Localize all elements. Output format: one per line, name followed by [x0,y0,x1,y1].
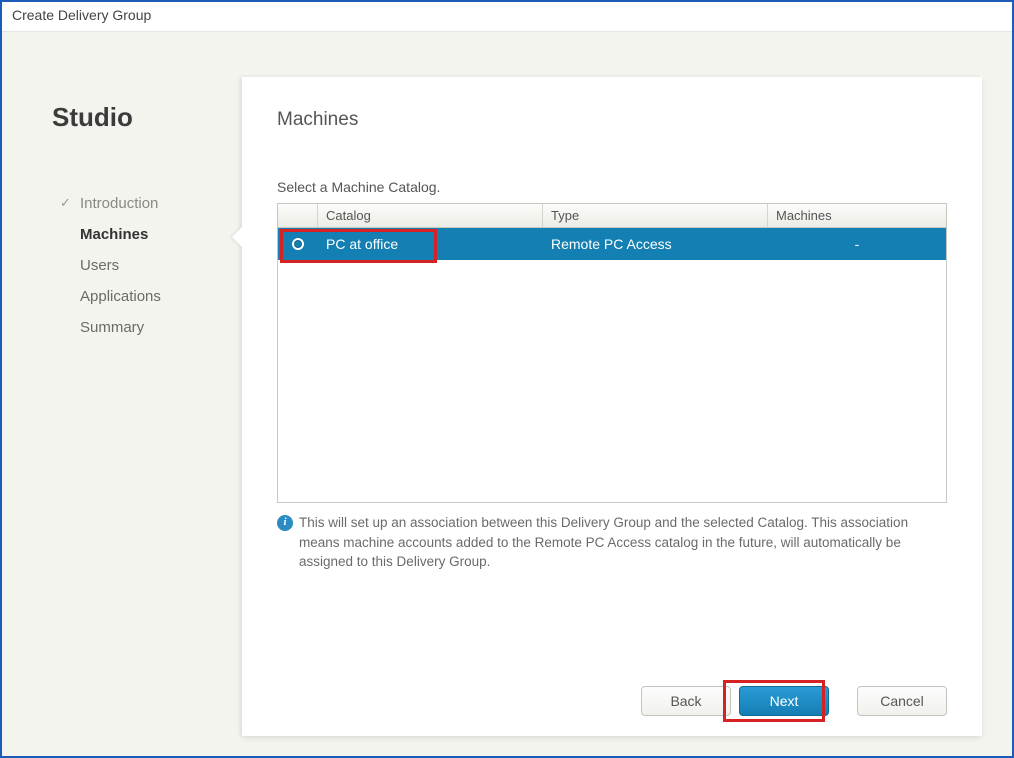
col-radio [278,204,318,227]
brand-title: Studio [52,102,242,133]
page-heading: Machines [277,109,947,131]
step-label: Machines [80,226,148,243]
radio-icon [292,238,304,250]
info-note: i This will set up an association betwee… [277,513,947,572]
wizard-window: Create Delivery Group Studio Introductio… [0,0,1014,758]
table-header: Catalog Type Machines [278,204,946,228]
step-label: Introduction [80,195,158,212]
step-label: Users [80,257,119,274]
wizard-body: Studio Introduction Machines Users Appli… [2,32,1012,756]
step-label: Summary [80,319,144,336]
col-type[interactable]: Type [543,204,768,227]
step-summary[interactable]: Summary [52,312,242,343]
wizard-sidebar: Studio Introduction Machines Users Appli… [32,77,242,736]
page-subheading: Select a Machine Catalog. [277,179,947,195]
cancel-button[interactable]: Cancel [857,686,947,716]
step-machines[interactable]: Machines [52,219,242,250]
wizard-steps: Introduction Machines Users Applications… [52,188,242,343]
wizard-button-row: Back Next Cancel [277,636,947,716]
panel-caret-icon [232,227,242,247]
row-radio-cell[interactable] [278,228,318,260]
step-introduction[interactable]: Introduction [52,188,242,219]
table-row[interactable]: PC at office Remote PC Access - [278,228,946,260]
window-title-text: Create Delivery Group [12,7,151,23]
window-title: Create Delivery Group [2,2,1012,32]
info-icon: i [277,515,293,531]
col-catalog[interactable]: Catalog [318,204,543,227]
step-label: Applications [80,288,161,305]
back-button[interactable]: Back [641,686,731,716]
catalog-table: Catalog Type Machines PC at office Remot… [277,203,947,503]
wizard-content-panel: Machines Select a Machine Catalog. Catal… [242,77,982,736]
next-button[interactable]: Next [739,686,829,716]
row-catalog-cell: PC at office [318,228,543,260]
row-machines-cell: - [768,228,946,260]
info-note-text: This will set up an association between … [299,513,947,572]
row-type-cell: Remote PC Access [543,228,768,260]
step-users[interactable]: Users [52,250,242,281]
col-machines[interactable]: Machines [768,204,946,227]
step-applications[interactable]: Applications [52,281,242,312]
